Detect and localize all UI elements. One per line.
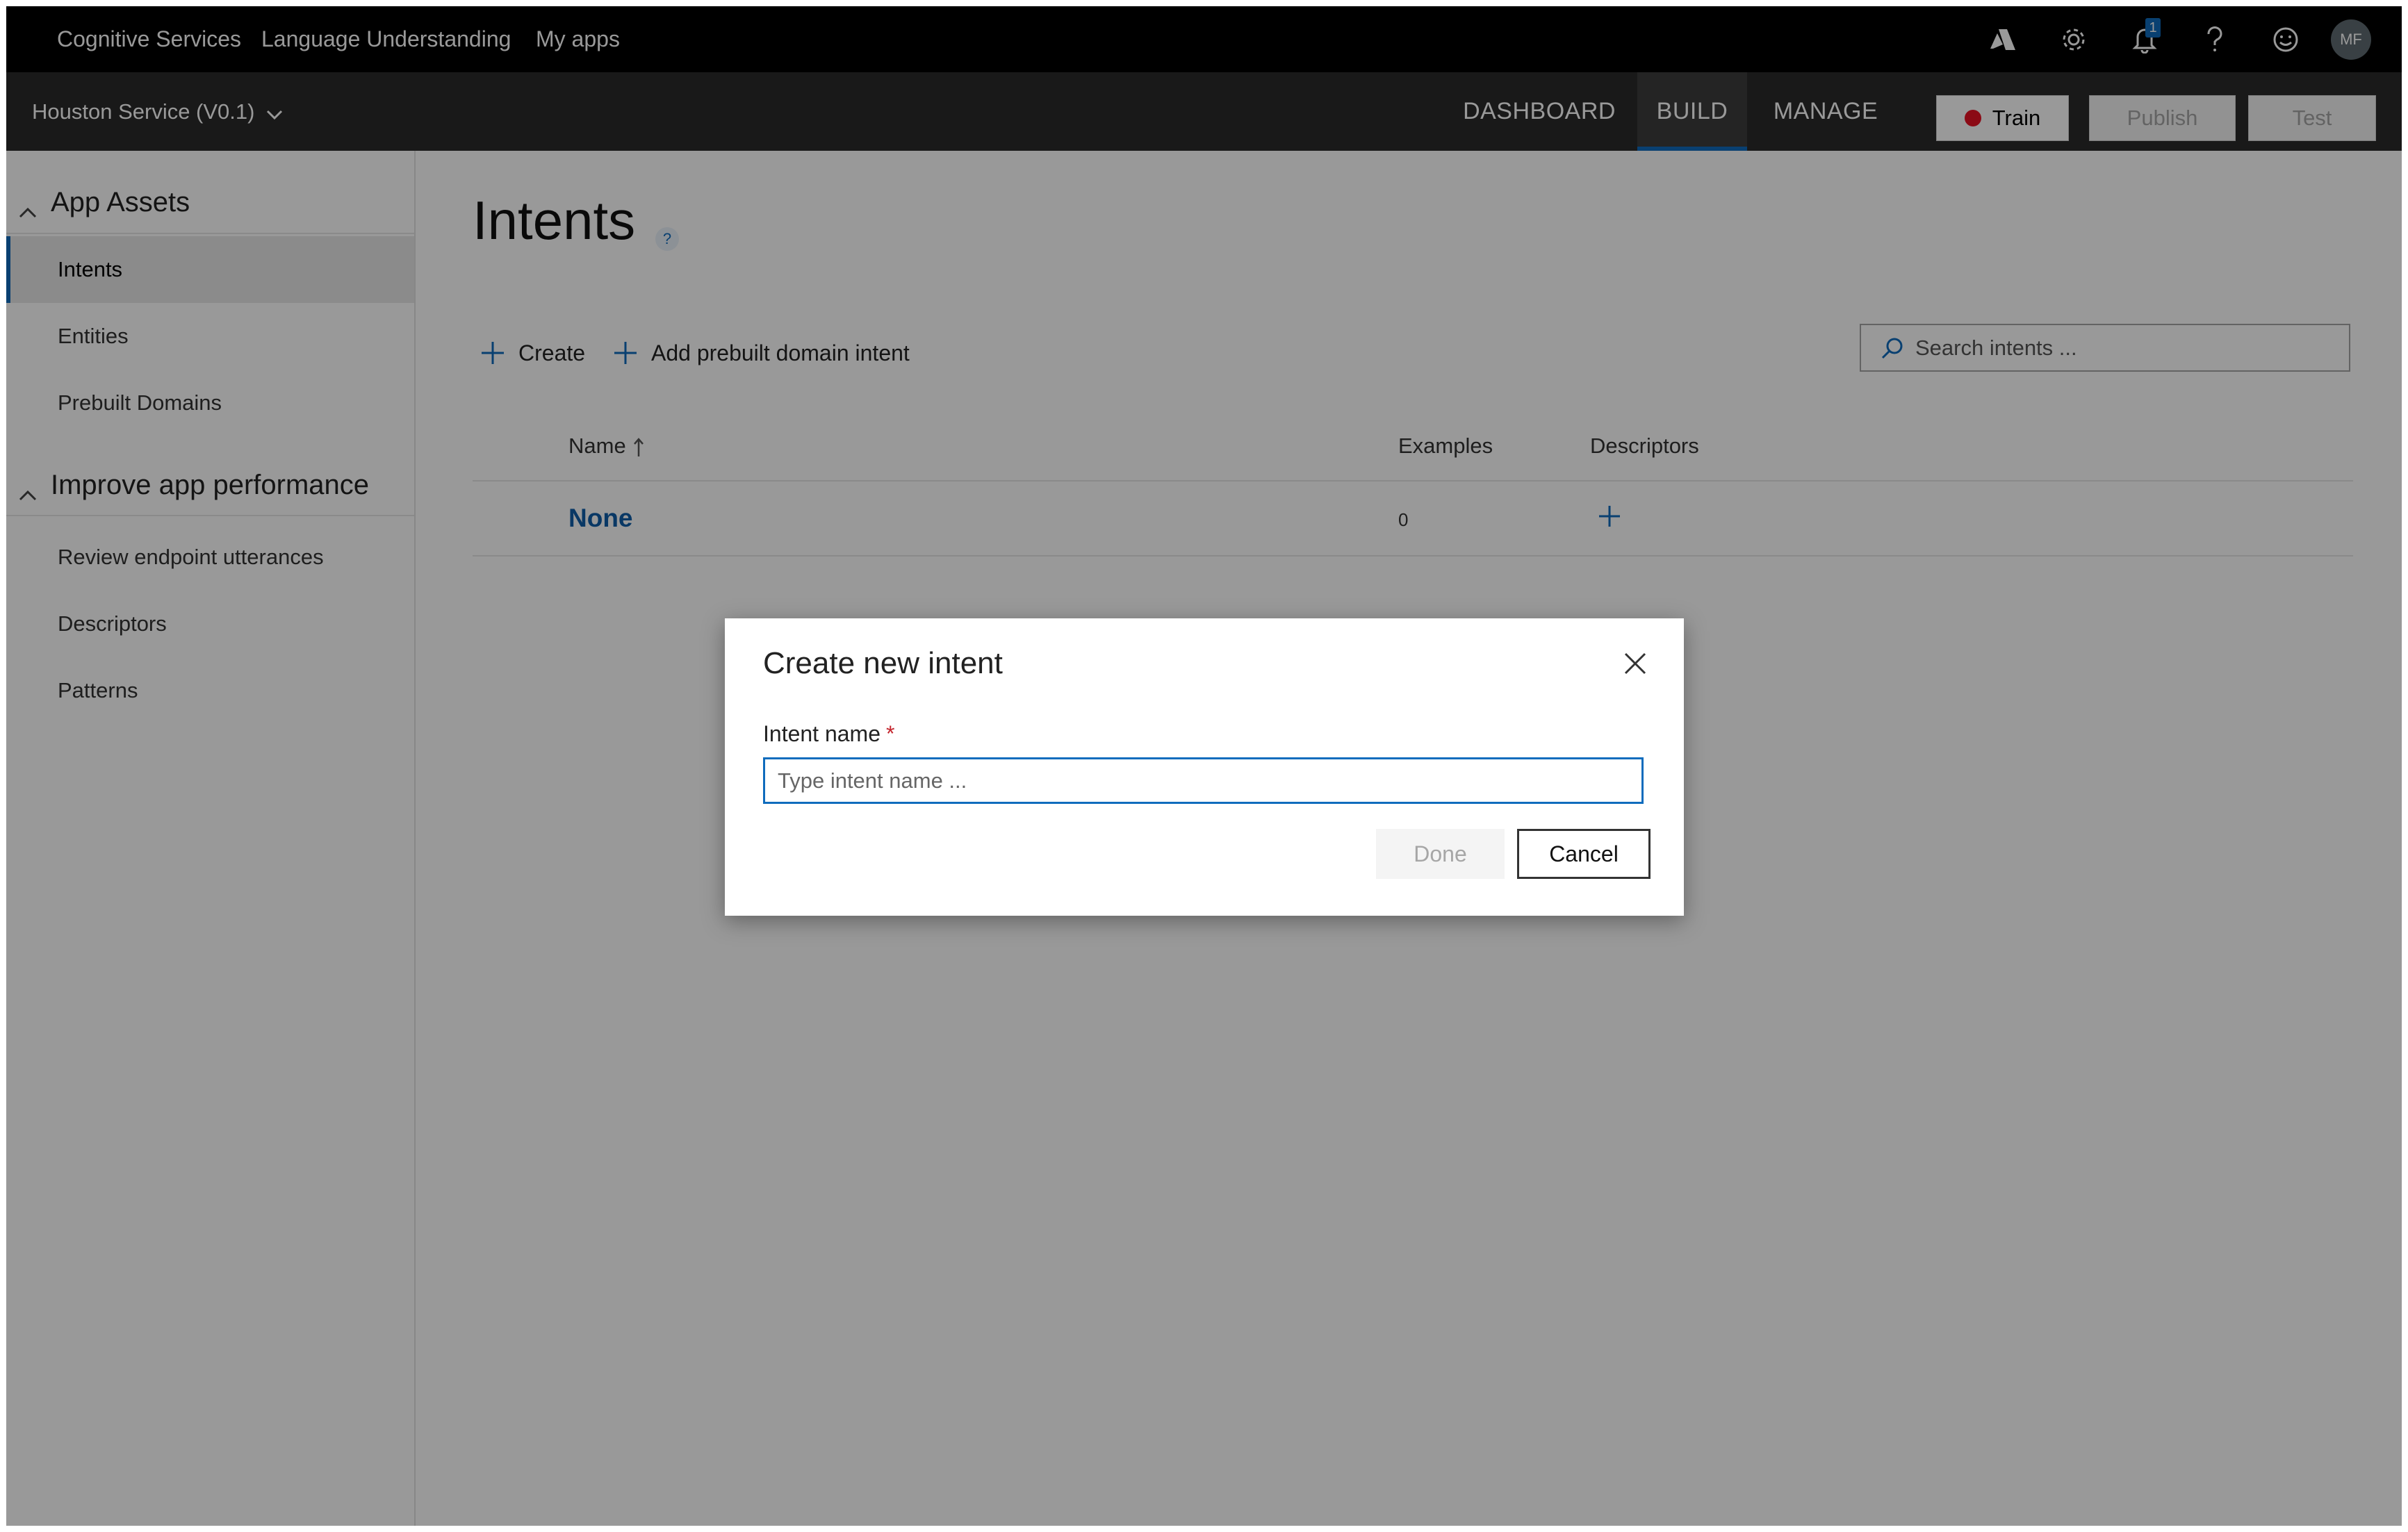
- close-icon[interactable]: [1621, 650, 1649, 677]
- create-intent-dialog: Create new intent Intent name* Done Canc…: [725, 618, 1684, 916]
- intent-name-input[interactable]: [763, 757, 1644, 804]
- intent-name-label: Intent name *: [763, 721, 894, 747]
- dialog-title: Create new intent: [763, 646, 1003, 680]
- done-button[interactable]: Done: [1376, 829, 1505, 879]
- cancel-button[interactable]: Cancel: [1517, 829, 1651, 879]
- required-indicator: *: [886, 721, 895, 746]
- app-window: Cognitive Services Language Understandin…: [6, 6, 2402, 1526]
- field-label-text: Intent name: [763, 721, 881, 746]
